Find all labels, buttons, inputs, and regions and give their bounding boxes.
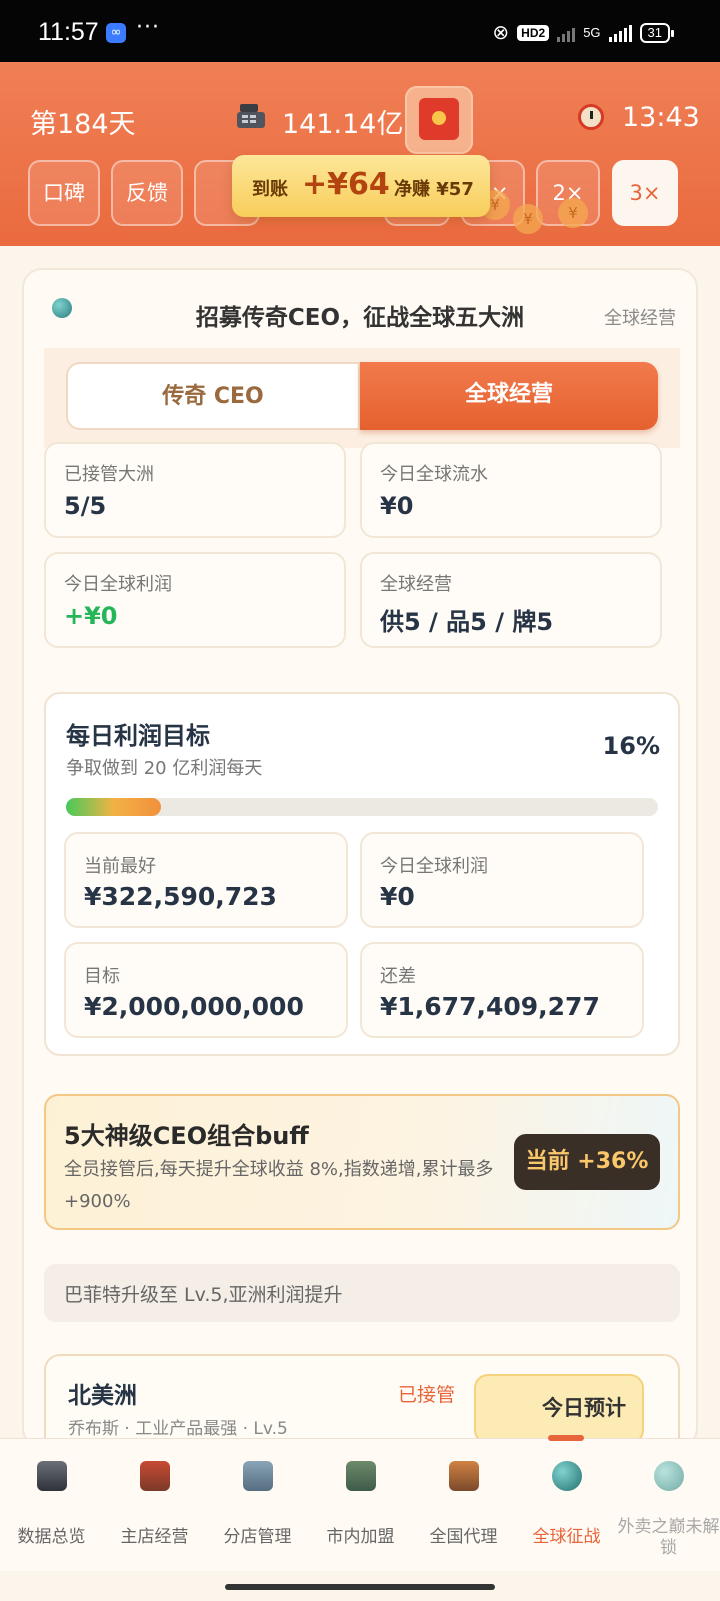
toast-net: 净赚 ¥57 [394, 179, 474, 200]
continent-ceo-info: 乔布斯 · 工业产品最强 · Lv.5 [68, 1419, 288, 1439]
coin-icon: ¥ [513, 204, 543, 234]
reputation-chip[interactable]: 口碑 [28, 160, 100, 226]
battery-icon: 31 [639, 22, 675, 43]
nav-national-agent[interactable]: 全国代理 [412, 1439, 515, 1572]
nav-label: 全国代理 [429, 1527, 498, 1547]
continent-card-north-america[interactable]: 北美洲 已接管 今日预计 乔布斯 · 工业产品最强 · Lv.5 [44, 1354, 680, 1446]
coin-icon: ¥ [558, 198, 588, 228]
nav-label: 分店管理 [223, 1527, 292, 1547]
nav-label: 外卖之巅未解锁 [617, 1517, 720, 1558]
stat-global-revenue: 今日全球流水 ¥0 [360, 442, 662, 538]
nav-global-conquest[interactable]: 全球征战 [515, 1439, 618, 1572]
upgrade-notice: 巴菲特升级至 Lv.5,亚洲利润提升 [44, 1264, 680, 1322]
goal-box-value: ¥0 [380, 882, 415, 911]
game-timer: 13:43 [622, 102, 700, 133]
stat-label: 全球经营 [380, 574, 452, 595]
goal-box-value: ¥1,677,409,277 [380, 992, 600, 1021]
nav-delivery-locked[interactable]: 外卖之巅未解锁 [617, 1439, 720, 1572]
alarm-clock-icon [578, 104, 604, 130]
continent-status: 已接管 [398, 1384, 456, 1406]
goal-progress-fill [66, 798, 161, 816]
goal-box-label: 当前最好 [84, 856, 156, 877]
goal-percent: 16% [602, 732, 660, 760]
stat-label: 今日全球流水 [380, 464, 488, 485]
signal-sim1-icon [608, 24, 632, 42]
speed-3x-chip[interactable]: 3× [612, 160, 678, 226]
tab-global-operations[interactable]: 全球经营 [360, 362, 658, 430]
tab-legend-ceo[interactable]: 传奇 CEO [66, 362, 360, 430]
buff-description: 全员接管后,每天提升全球收益 8%,指数递增,累计最多 +900% [64, 1159, 494, 1212]
link-icon: ⊗ [492, 22, 510, 44]
signal-sim2-icon [557, 24, 576, 42]
nav-label: 主店经营 [120, 1527, 189, 1547]
status-indicators: ⊗ HD2 5G 31 [492, 20, 675, 45]
goal-title: 每日利润目标 [66, 722, 210, 750]
hd-badge: HD2 [517, 24, 550, 41]
global-card: 招募传奇CEO，征战全球五大洲 全球经营 传奇 CEO 全球经营 已接管大洲 5… [22, 268, 698, 1448]
more-notifications-icon: ··· [136, 15, 160, 40]
city-franchise-icon [346, 1461, 376, 1491]
stat-global-profit: 今日全球利润 +¥0 [44, 552, 346, 648]
day-counter: 第184天 [30, 109, 136, 140]
tab-bar: 传奇 CEO 全球经营 [44, 348, 680, 448]
stat-value: 供5 / 品5 / 牌5 [380, 608, 554, 636]
toast-arrived-label: 到账 [252, 179, 288, 200]
goal-box-value: ¥322,590,723 [84, 882, 277, 911]
notice-text: 巴菲特升级至 Lv.5,亚洲利润提升 [64, 1284, 343, 1306]
nav-data-overview[interactable]: 数据总览 [0, 1439, 103, 1572]
nav-label: 市内加盟 [326, 1527, 395, 1547]
globe-icon [552, 1461, 582, 1491]
status-bar: 11:57 ∞ ··· ⊗ HD2 5G 31 [0, 0, 720, 62]
nav-label: 数据总览 [17, 1527, 86, 1547]
red-envelope-button[interactable] [405, 86, 473, 154]
stat-global-operations: 全球经营 供5 / 品5 / 牌5 [360, 552, 662, 648]
stat-label: 今日全球利润 [64, 574, 172, 595]
stat-label: 已接管大洲 [64, 464, 154, 485]
goal-progress-bar [66, 798, 658, 816]
goal-box-label: 还差 [380, 966, 416, 987]
goal-best: 当前最好 ¥322,590,723 [64, 832, 348, 928]
buff-title: 5大神级CEO组合buff [64, 1122, 309, 1150]
home-indicator[interactable] [225, 1584, 495, 1590]
stat-value: +¥0 [64, 602, 118, 630]
bottom-nav: 数据总览 主店经营 分店管理 市内加盟 全国代理 全球征战 外卖之巅未解锁 [0, 1435, 720, 1572]
goal-box-label: 今日全球利润 [380, 856, 488, 877]
nav-main-store[interactable]: 主店经营 [103, 1439, 206, 1572]
cash-register-icon [237, 104, 265, 128]
goal-today-profit: 今日全球利润 ¥0 [360, 832, 644, 928]
income-toast: 到账 +¥64 净赚 ¥57 [232, 155, 490, 217]
national-agent-icon [449, 1461, 479, 1491]
game-header: 第184天 141.14亿 13:43 口碑 反馈 1× 2× 3× ¥ ¥ ¥ [0, 62, 720, 246]
goal-remaining: 还差 ¥1,677,409,277 [360, 942, 644, 1038]
card-subtitle: 全球经营 [604, 308, 676, 329]
buff-current-badge: 当前 +36% [514, 1134, 660, 1190]
nav-label: 全球征战 [532, 1527, 601, 1547]
continent-name: 北美洲 [68, 1383, 137, 1409]
ceo-combo-buff: 5大神级CEO组合buff 全员接管后,每天提升全球收益 8%,指数递增,累计最… [44, 1094, 680, 1230]
status-time: 11:57 [38, 18, 99, 46]
goal-box-label: 目标 [84, 966, 120, 987]
globe-locked-icon [654, 1461, 684, 1491]
daily-profit-goal: 每日利润目标 争取做到 20 亿利润每天 16% 当前最好 ¥322,590,7… [44, 692, 680, 1056]
store-icon [140, 1461, 170, 1491]
goal-target: 目标 ¥2,000,000,000 [64, 942, 348, 1038]
goal-subtitle: 争取做到 20 亿利润每天 [66, 758, 263, 779]
nav-city-franchise[interactable]: 市内加盟 [309, 1439, 412, 1572]
toast-amount: +¥64 [302, 167, 390, 202]
total-money: 141.14亿 [282, 109, 404, 140]
app-notification-icon: ∞ [106, 23, 126, 43]
network-type-label: 5G [583, 25, 601, 40]
card-title: 招募传奇CEO，征战全球五大洲 [195, 305, 525, 331]
stat-value: 5/5 [64, 492, 107, 520]
today-forecast-button[interactable]: 今日预计 [474, 1374, 644, 1444]
cash-register-icon [37, 1461, 67, 1491]
stat-value: ¥0 [380, 492, 414, 520]
stat-continents: 已接管大洲 5/5 [44, 442, 346, 538]
branch-store-icon [243, 1461, 273, 1491]
nav-branch-management[interactable]: 分店管理 [206, 1439, 309, 1572]
feedback-chip[interactable]: 反馈 [111, 160, 183, 226]
goal-box-value: ¥2,000,000,000 [84, 992, 304, 1021]
red-envelope-icon [419, 98, 459, 140]
